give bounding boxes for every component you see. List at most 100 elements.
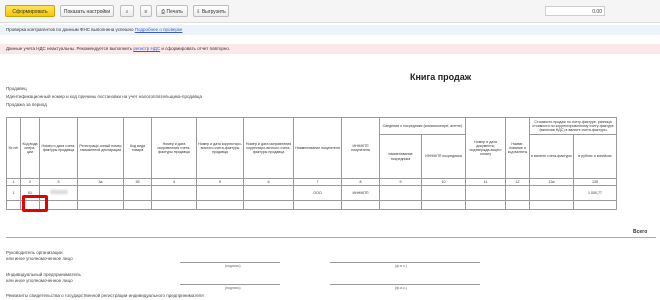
table-header: ИНН/КПП покупателя bbox=[341, 117, 380, 179]
empty-cell bbox=[421, 200, 466, 210]
table-header: Регистраци-онный номер таможенной деклар… bbox=[77, 117, 124, 179]
column-number: 3б bbox=[123, 178, 152, 186]
name-caption: (ф.и.о.) bbox=[395, 264, 408, 268]
table-row[interactable]: 1 01 ООО ИНН/КПП 1 000,77 bbox=[6, 185, 617, 201]
column-number: 7 bbox=[293, 178, 342, 186]
table-subheader: в рублях и копейках bbox=[573, 134, 617, 179]
buyer-cell: ООО bbox=[293, 185, 342, 201]
column-number: 8 bbox=[341, 178, 380, 186]
signature-line bbox=[180, 262, 280, 263]
table-header: Код вида опера-ции bbox=[20, 117, 40, 179]
empty-cell bbox=[573, 200, 617, 210]
column-number: 4 bbox=[151, 178, 197, 186]
export-icon: ⇩ bbox=[196, 9, 201, 15]
column-number: 3 bbox=[39, 178, 78, 186]
name-line bbox=[330, 284, 480, 285]
empty-cell bbox=[465, 200, 506, 210]
empty-cell bbox=[421, 185, 466, 201]
table-subheader: ИНН/КПП посредника bbox=[421, 134, 466, 179]
table-header: Сведения о посреднике (комиссионере, аге… bbox=[379, 117, 466, 135]
buyer-inn-cell: ИНН/КПП bbox=[341, 185, 380, 201]
certificate-label: Реквизиты свидетельства о государственно… bbox=[6, 293, 204, 298]
empty-cell bbox=[151, 200, 197, 210]
report-toolbar: Сформировать Показать настройки ⌕ ≡ ⎙ Пе… bbox=[0, 0, 660, 23]
warning-notice-link[interactable]: регистр НДС bbox=[133, 46, 160, 51]
column-number: 5 bbox=[196, 178, 244, 186]
empty-cell bbox=[151, 185, 197, 201]
empty-cell bbox=[529, 185, 574, 201]
empty-cell bbox=[243, 200, 294, 210]
empty-cell bbox=[123, 200, 152, 210]
print-button[interactable]: ⎙ Печать bbox=[156, 5, 188, 17]
empty-cell bbox=[465, 185, 506, 201]
column-number: 6 bbox=[243, 178, 294, 186]
signature-line bbox=[180, 284, 280, 285]
empty-cell bbox=[505, 185, 530, 201]
signature-caption: (подпись) bbox=[225, 264, 241, 268]
export-label: Выгрузить bbox=[201, 9, 226, 15]
column-number: 1 bbox=[6, 178, 21, 186]
blurred-value bbox=[49, 190, 68, 195]
empty-cell bbox=[77, 200, 124, 210]
empty-cell bbox=[379, 185, 422, 201]
table-header: Наиме-нование и код валюты bbox=[505, 117, 530, 179]
column-number: 9 bbox=[379, 178, 422, 186]
empty-cell bbox=[77, 185, 124, 201]
more-icon[interactable]: ≡ bbox=[140, 5, 152, 17]
warning-notice-text: Данные учета НДС неактуальны. Рекомендуе… bbox=[6, 46, 133, 51]
search-icon[interactable]: ⌕ bbox=[120, 5, 134, 17]
empty-cell bbox=[341, 200, 380, 210]
column-number: 13а bbox=[529, 178, 574, 186]
row-number: 1 bbox=[6, 185, 21, 201]
name-caption: (ф.и.о.) bbox=[395, 286, 408, 290]
inn-kpp-line: Идентификационный номер и код причины по… bbox=[6, 94, 203, 99]
table-header: Номер и дата исправления корректиро-вочн… bbox=[243, 117, 294, 179]
generate-button[interactable]: Сформировать bbox=[5, 5, 55, 17]
head-sub-label: или иное уполномоченное лицо bbox=[6, 256, 73, 261]
name-line bbox=[330, 262, 480, 263]
total-label: Всего bbox=[633, 229, 648, 235]
highlight-frame bbox=[22, 195, 48, 212]
table-header: Стоимость продаж по счету-фактуре, разни… bbox=[529, 117, 617, 135]
table-header: Наименование покупателя bbox=[293, 117, 342, 179]
period-line: Продажа за период bbox=[6, 102, 47, 107]
table-header: № п/п bbox=[6, 117, 21, 179]
print-label: Печать bbox=[166, 9, 183, 15]
empty-cell bbox=[379, 200, 422, 210]
seller-line: Продавец bbox=[6, 86, 27, 91]
empty-cell bbox=[293, 200, 342, 210]
print-icon: ⎙ bbox=[161, 9, 166, 15]
entrepreneur-sub-label: или иное уполномоченное лицо bbox=[6, 278, 73, 283]
column-number: 13б bbox=[573, 178, 617, 186]
column-number: 2 bbox=[20, 178, 40, 186]
empty-cell bbox=[196, 200, 244, 210]
column-number: 11 bbox=[465, 178, 506, 186]
signature-caption: (подпись) bbox=[225, 286, 241, 290]
empty-cell bbox=[6, 200, 21, 210]
info-notice-link[interactable]: Подробнее о проверке bbox=[135, 27, 183, 32]
empty-cell bbox=[196, 185, 244, 201]
amount-field[interactable]: 0.00 bbox=[545, 6, 605, 16]
empty-cell bbox=[529, 200, 574, 210]
empty-cell bbox=[505, 200, 530, 210]
amount-rub-cell: 1 000,77 bbox=[573, 185, 617, 201]
warning-notice-tail: и сформировать отчет повторно. bbox=[161, 46, 231, 51]
table-header: Номер и дата документа, подтвержда-ющего… bbox=[465, 117, 506, 179]
divider bbox=[6, 237, 656, 238]
sales-book-table: № п/п Код вида опера-ции Номер и дата сч… bbox=[6, 117, 617, 210]
table-subheader: наименование посредника bbox=[379, 134, 422, 179]
info-notice: Проверка контрагентов по данным ФНС выпо… bbox=[0, 25, 660, 35]
head-label: Руководитель организации bbox=[6, 250, 63, 255]
show-settings-button[interactable]: Показать настройки bbox=[60, 5, 114, 17]
report-title: Книга продаж bbox=[410, 72, 472, 82]
column-number: 12 bbox=[505, 178, 530, 186]
empty-cell bbox=[243, 185, 294, 201]
table-header: Код вида товара bbox=[123, 117, 152, 179]
table-header: Номер и дата счета-фактуры продавца bbox=[39, 117, 78, 179]
info-notice-text: Проверка контрагентов по данным ФНС выпо… bbox=[6, 27, 134, 32]
column-number: 10 bbox=[421, 178, 466, 186]
empty-cell bbox=[123, 185, 152, 201]
export-button[interactable]: ⇩ Выгрузить bbox=[193, 5, 229, 17]
warning-notice: Данные учета НДС неактуальны. Рекомендуе… bbox=[0, 44, 660, 54]
column-number: 3а bbox=[77, 178, 124, 186]
